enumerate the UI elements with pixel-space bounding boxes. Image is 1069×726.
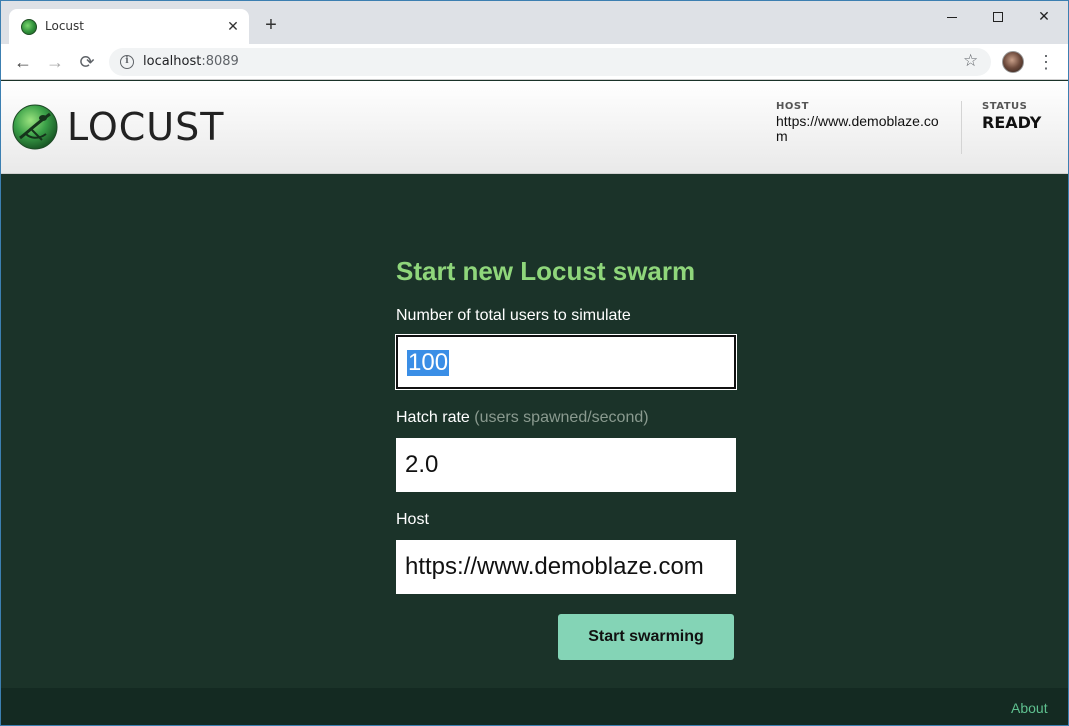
host-field-label: Host [396,511,429,528]
browser-menu-icon[interactable]: ⋮ [1037,50,1055,74]
form-title: Start new Locust swarm [396,256,696,286]
address-bar[interactable]: i localhost:8089 ☆ [109,48,991,76]
main-content: Start new Locust swarm Number of total u… [1,174,1068,688]
window-maximize-button[interactable] [975,5,1021,27]
browser-tab[interactable]: Locust ✕ [9,9,249,44]
tab-close-icon[interactable]: ✕ [225,18,241,34]
logo-wordmark: LOCUST [67,105,225,149]
users-input[interactable]: 100 [395,334,737,390]
footer: About [1,688,1068,725]
host-value: https://www.demoblaze.com [776,113,939,144]
new-tab-icon[interactable]: + [261,15,281,35]
users-input-value[interactable]: 100 [407,350,450,376]
host-label: HOST [776,101,809,112]
hatch-rate-label: Hatch rate (users spawned/second) [396,409,649,427]
url-text[interactable]: localhost:8089 [143,54,239,69]
bookmark-star-icon[interactable]: ☆ [963,51,978,71]
hatch-rate-hint: (users spawned/second) [474,409,649,426]
hatch-rate-field[interactable] [396,438,736,492]
about-link[interactable]: About [1011,700,1048,716]
reload-icon[interactable]: ⟳ [75,50,99,74]
browser-toolbar: ← → ⟳ i localhost:8089 ☆ ⋮ [1,44,1068,80]
url-port: :8089 [201,54,239,69]
locust-favicon-icon [21,19,37,35]
url-host: localhost [143,54,202,69]
host-field[interactable] [396,540,736,594]
profile-avatar[interactable] [1002,51,1024,73]
app-header: LOCUST HOST https://www.demoblaze.com ST… [1,81,1068,174]
locust-logo-icon [12,104,58,150]
window-close-button[interactable]: ✕ [1021,5,1067,27]
browser-window: Locust ✕ + ✕ ← → ⟳ i localhost:8089 ☆ ⋮ [0,0,1069,726]
tab-title: Locust [45,19,84,33]
status-value: READY [982,113,1042,132]
forward-arrow-icon[interactable]: → [43,50,67,74]
hatch-rate-label-text: Hatch rate [396,409,470,426]
window-minimize-button[interactable] [929,5,975,27]
back-arrow-icon[interactable]: ← [11,50,35,74]
host-input[interactable] [396,540,736,594]
start-swarming-button[interactable]: Start swarming [558,614,734,660]
users-label: Number of total users to simulate [396,307,631,324]
status-label: STATUS [982,101,1028,112]
tab-strip: Locust ✕ + ✕ [1,1,1068,44]
hatch-rate-input[interactable] [396,438,736,492]
header-divider [961,101,962,154]
site-info-icon[interactable]: i [120,55,134,69]
